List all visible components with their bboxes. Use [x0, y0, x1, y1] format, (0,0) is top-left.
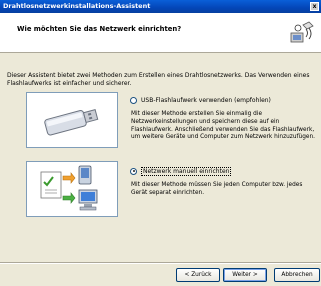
close-button[interactable]: x [310, 2, 319, 11]
manual-network-setup-icon [40, 165, 98, 211]
network-wizard-icon [290, 21, 314, 43]
window-title: Drahtlosnetzwerkinstallations-Assistent [3, 2, 151, 10]
usb-drive-illustration [26, 92, 118, 148]
usb-option-label[interactable]: USB-Flashlaufwerk verwenden (empfohlen) [141, 97, 271, 104]
manual-setup-illustration [26, 161, 118, 217]
cancel-button[interactable]: Abbrechen [274, 268, 320, 282]
title-bar: Drahtlosnetzwerkinstallations-Assistent … [0, 0, 321, 13]
page-title: Wie möchten Sie das Netzwerk einrichten? [17, 25, 182, 33]
usb-option-radio[interactable] [130, 96, 137, 104]
manual-option-description: Mit dieser Methode müssen Sie jeden Comp… [131, 182, 303, 196]
usb-option-description: Mit dieser Methode erstellen Sie einmali… [131, 111, 315, 141]
manual-option-radio-row[interactable]: Netzwerk manuell einrichten [130, 166, 316, 176]
manual-option-radio[interactable] [130, 167, 137, 175]
close-icon: x [312, 3, 317, 10]
usb-option: USB-Flashlaufwerk verwenden (empfohlen) … [130, 95, 316, 142]
intro-text: Dieser Assistent bietet zwei Methoden zu… [7, 72, 310, 87]
manual-option-label[interactable]: Netzwerk manuell einrichten [141, 166, 232, 176]
usb-drive-icon [44, 109, 99, 136]
button-separator [0, 262, 321, 264]
wizard-header: Wie möchten Sie das Netzwerk einrichten? [0, 13, 321, 53]
manual-option: Netzwerk manuell einrichten Mit dieser M… [130, 166, 316, 198]
next-button[interactable]: Weiter > [223, 268, 267, 282]
back-button[interactable]: < Zurück [176, 268, 220, 282]
usb-option-radio-row[interactable]: USB-Flashlaufwerk verwenden (empfohlen) [130, 95, 316, 105]
